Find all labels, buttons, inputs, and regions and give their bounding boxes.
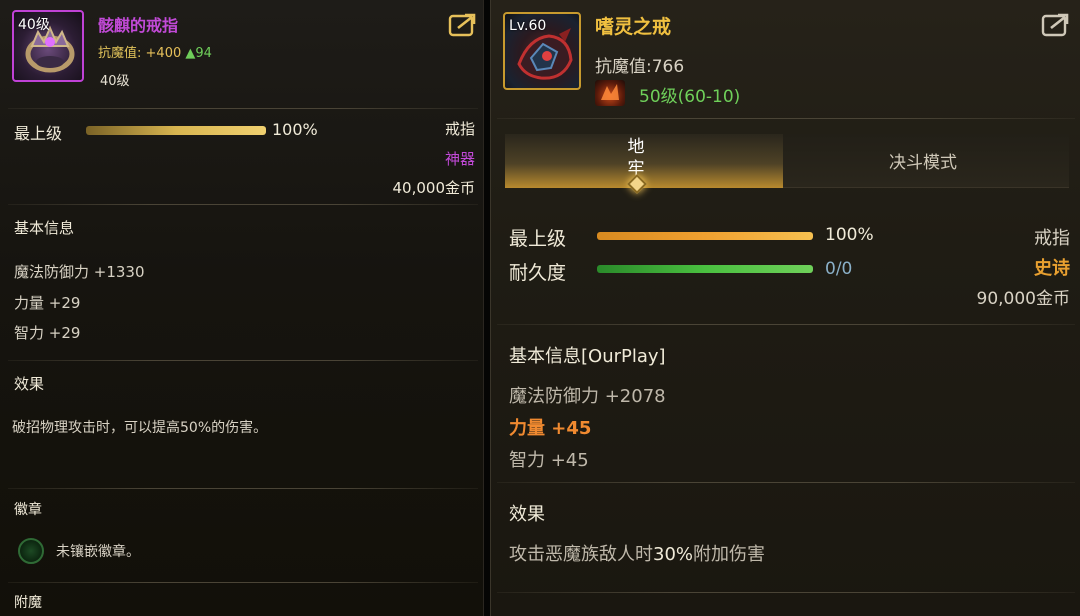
durability-label: 耐久度 (509, 262, 567, 284)
divider (497, 118, 1075, 119)
divider (8, 360, 478, 361)
mode-tabs: 地牢 决斗模式 (505, 134, 1069, 194)
stat-line: 力量 +29 (14, 294, 81, 312)
resist-stat: 抗魔值: +400 ▲94 (98, 42, 212, 61)
durability-bar (597, 265, 813, 273)
tab-label: 决斗模式 (889, 153, 957, 173)
item-type: 戒指 (1034, 228, 1070, 249)
resist-stat: 抗魔值:766 (595, 57, 685, 77)
item-type: 戒指 (444, 120, 475, 138)
tab-duel-mode[interactable]: 决斗模式 (783, 134, 1069, 188)
level-requirement: 40级 (100, 74, 130, 89)
effect-title: 效果 (14, 375, 45, 393)
divider (497, 482, 1075, 483)
rarity-label: 神器 (444, 150, 475, 168)
level-range: 50级(60-10) (639, 87, 741, 107)
basic-info-title: 基本信息[OurPlay] (509, 346, 666, 367)
left-item-tooltip: 40级 骸麒的戒指 抗魔值: +400 ▲94 40级 最上级 100% 戒指 … (0, 0, 484, 616)
stat-line: 魔法防御力 +1330 (14, 263, 145, 281)
resist-label: 抗魔值: (98, 46, 142, 61)
rarity-label: 史诗 (1034, 258, 1070, 279)
ring-icon[interactable]: Lv.60 (503, 12, 581, 90)
effect-text: 攻击恶魔族敌人时30%附加伤害 (509, 540, 765, 566)
grade-bar (86, 126, 266, 135)
stat-line-highlight: 力量 +45 (509, 418, 592, 439)
icon-level-label: 40级 (18, 17, 50, 33)
price-label: 90,000金币 (976, 289, 1070, 309)
effect-suffix: 附加伤害 (693, 544, 766, 565)
effect-highlight: 30% (653, 544, 694, 565)
divider (497, 592, 1075, 593)
divider (8, 108, 478, 109)
effect-text: 破招物理攻击时，可以提高50%的伤害。 (12, 420, 268, 436)
stat-line: 魔法防御力 +2078 (509, 386, 666, 407)
divider (8, 488, 478, 489)
skill-icon (595, 80, 625, 106)
tab-dungeon[interactable]: 地牢 (505, 134, 783, 194)
resist-value: +400 (145, 46, 182, 61)
grade-label: 最上级 (14, 124, 63, 143)
share-icon[interactable] (1041, 12, 1071, 38)
divider (8, 582, 478, 583)
right-item-tooltip: Lv.60 嗜灵之戒 抗魔值:766 50级(60-10) 地牢 决斗模式 最上… (490, 0, 1080, 616)
ring-icon[interactable]: 40级 (12, 10, 84, 82)
effect-prefix: 攻击恶魔族敌人时 (509, 544, 653, 565)
emblem-title: 徽章 (14, 502, 42, 518)
stat-line: 智力 +29 (14, 324, 81, 342)
effect-title: 效果 (509, 504, 545, 525)
price-label: 40,000金币 (392, 179, 476, 197)
item-name: 嗜灵之戒 (595, 16, 672, 38)
durability-value: 0/0 (825, 259, 853, 279)
item-name: 骸麒的戒指 (98, 16, 179, 35)
enchant-title: 附魔 (14, 595, 42, 611)
share-icon[interactable] (448, 12, 478, 38)
divider (497, 324, 1075, 325)
stat-line: 智力 +45 (509, 450, 589, 471)
emblem-text: 未镶嵌徽章。 (56, 544, 140, 560)
icon-level-label: Lv.60 (509, 18, 547, 34)
grade-percent: 100% (272, 120, 318, 139)
emblem-slot-icon[interactable] (18, 538, 44, 564)
basic-info-title: 基本信息 (14, 219, 75, 237)
grade-label: 最上级 (509, 228, 567, 250)
grade-bar (597, 232, 813, 240)
grade-percent: 100% (825, 225, 874, 245)
resist-change: ▲94 (185, 46, 212, 61)
divider (8, 204, 478, 205)
